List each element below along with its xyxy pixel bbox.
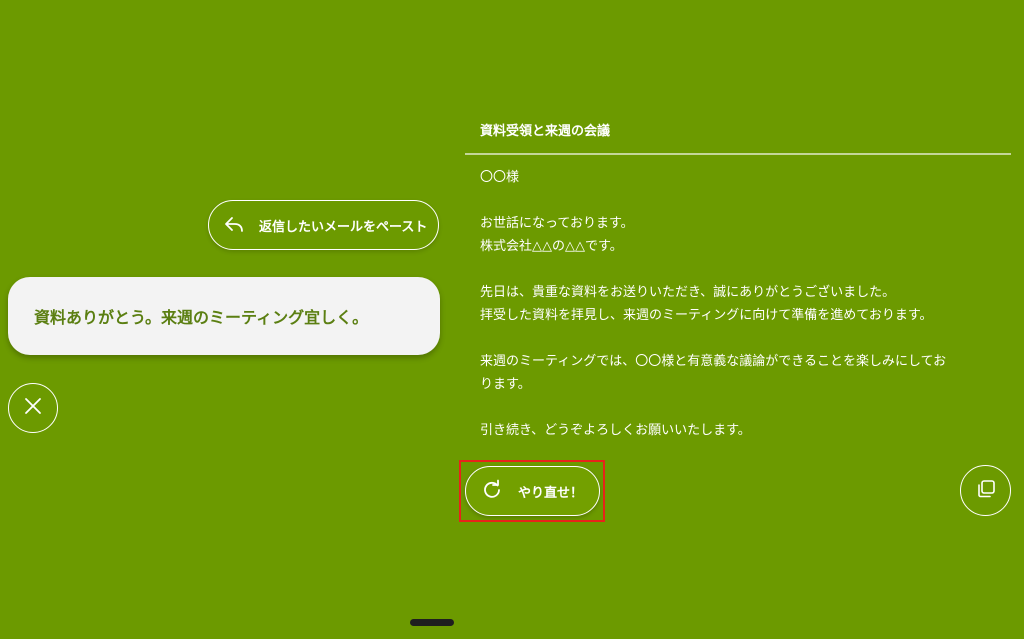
email-line: 拝受した資料を拝見し、来週のミーティングに向けて準備を進めております。 [480, 308, 933, 323]
email-subject: 資料受領と来週の会議 [480, 124, 611, 139]
email-line: ります。 [480, 377, 531, 392]
email-line: お世話になっております。 [480, 216, 634, 231]
divider [465, 153, 1011, 155]
email-paragraph-2: 先日は、貴重な資料をお送りいただき、誠にありがとうございました。 拝受した資料を… [480, 281, 1010, 327]
close-button[interactable] [8, 383, 58, 433]
email-line: 株式会社△△の△△です。 [480, 239, 623, 254]
email-paragraph-3: 来週のミーティングでは、〇〇様と有意義な議論ができることを楽しみにしてお ります… [480, 350, 1010, 396]
email-paragraph-1: お世話になっております。 株式会社△△の△△です。 [480, 212, 1010, 258]
close-icon [24, 397, 42, 419]
input-message-bubble[interactable]: 資料ありがとう。来週のミーティング宜しく。 [8, 277, 440, 355]
copy-icon [976, 479, 996, 503]
email-line: 先日は、貴重な資料をお送りいただき、誠にありがとうございました。 [480, 285, 896, 300]
email-line: 来週のミーティングでは、〇〇様と有意義な議論ができることを楽しみにしてお [480, 354, 947, 369]
input-message-text: 資料ありがとう。来週のミーティング宜しく。 [34, 308, 369, 327]
paste-email-label: 返信したいメールをペースト [259, 219, 428, 235]
paste-email-button[interactable]: 返信したいメールをペースト [208, 200, 439, 250]
reply-arrow-icon [223, 214, 245, 236]
highlight-box [459, 460, 605, 522]
email-body: 〇〇様 お世話になっております。 株式会社△△の△△です。 先日は、貴重な資料を… [480, 166, 1010, 465]
home-indicator[interactable] [410, 619, 454, 626]
email-greeting: 〇〇様 [480, 170, 520, 185]
copy-button[interactable] [960, 465, 1011, 516]
email-closing: 引き続き、どうぞよろしくお願いいたします。 [480, 423, 751, 438]
